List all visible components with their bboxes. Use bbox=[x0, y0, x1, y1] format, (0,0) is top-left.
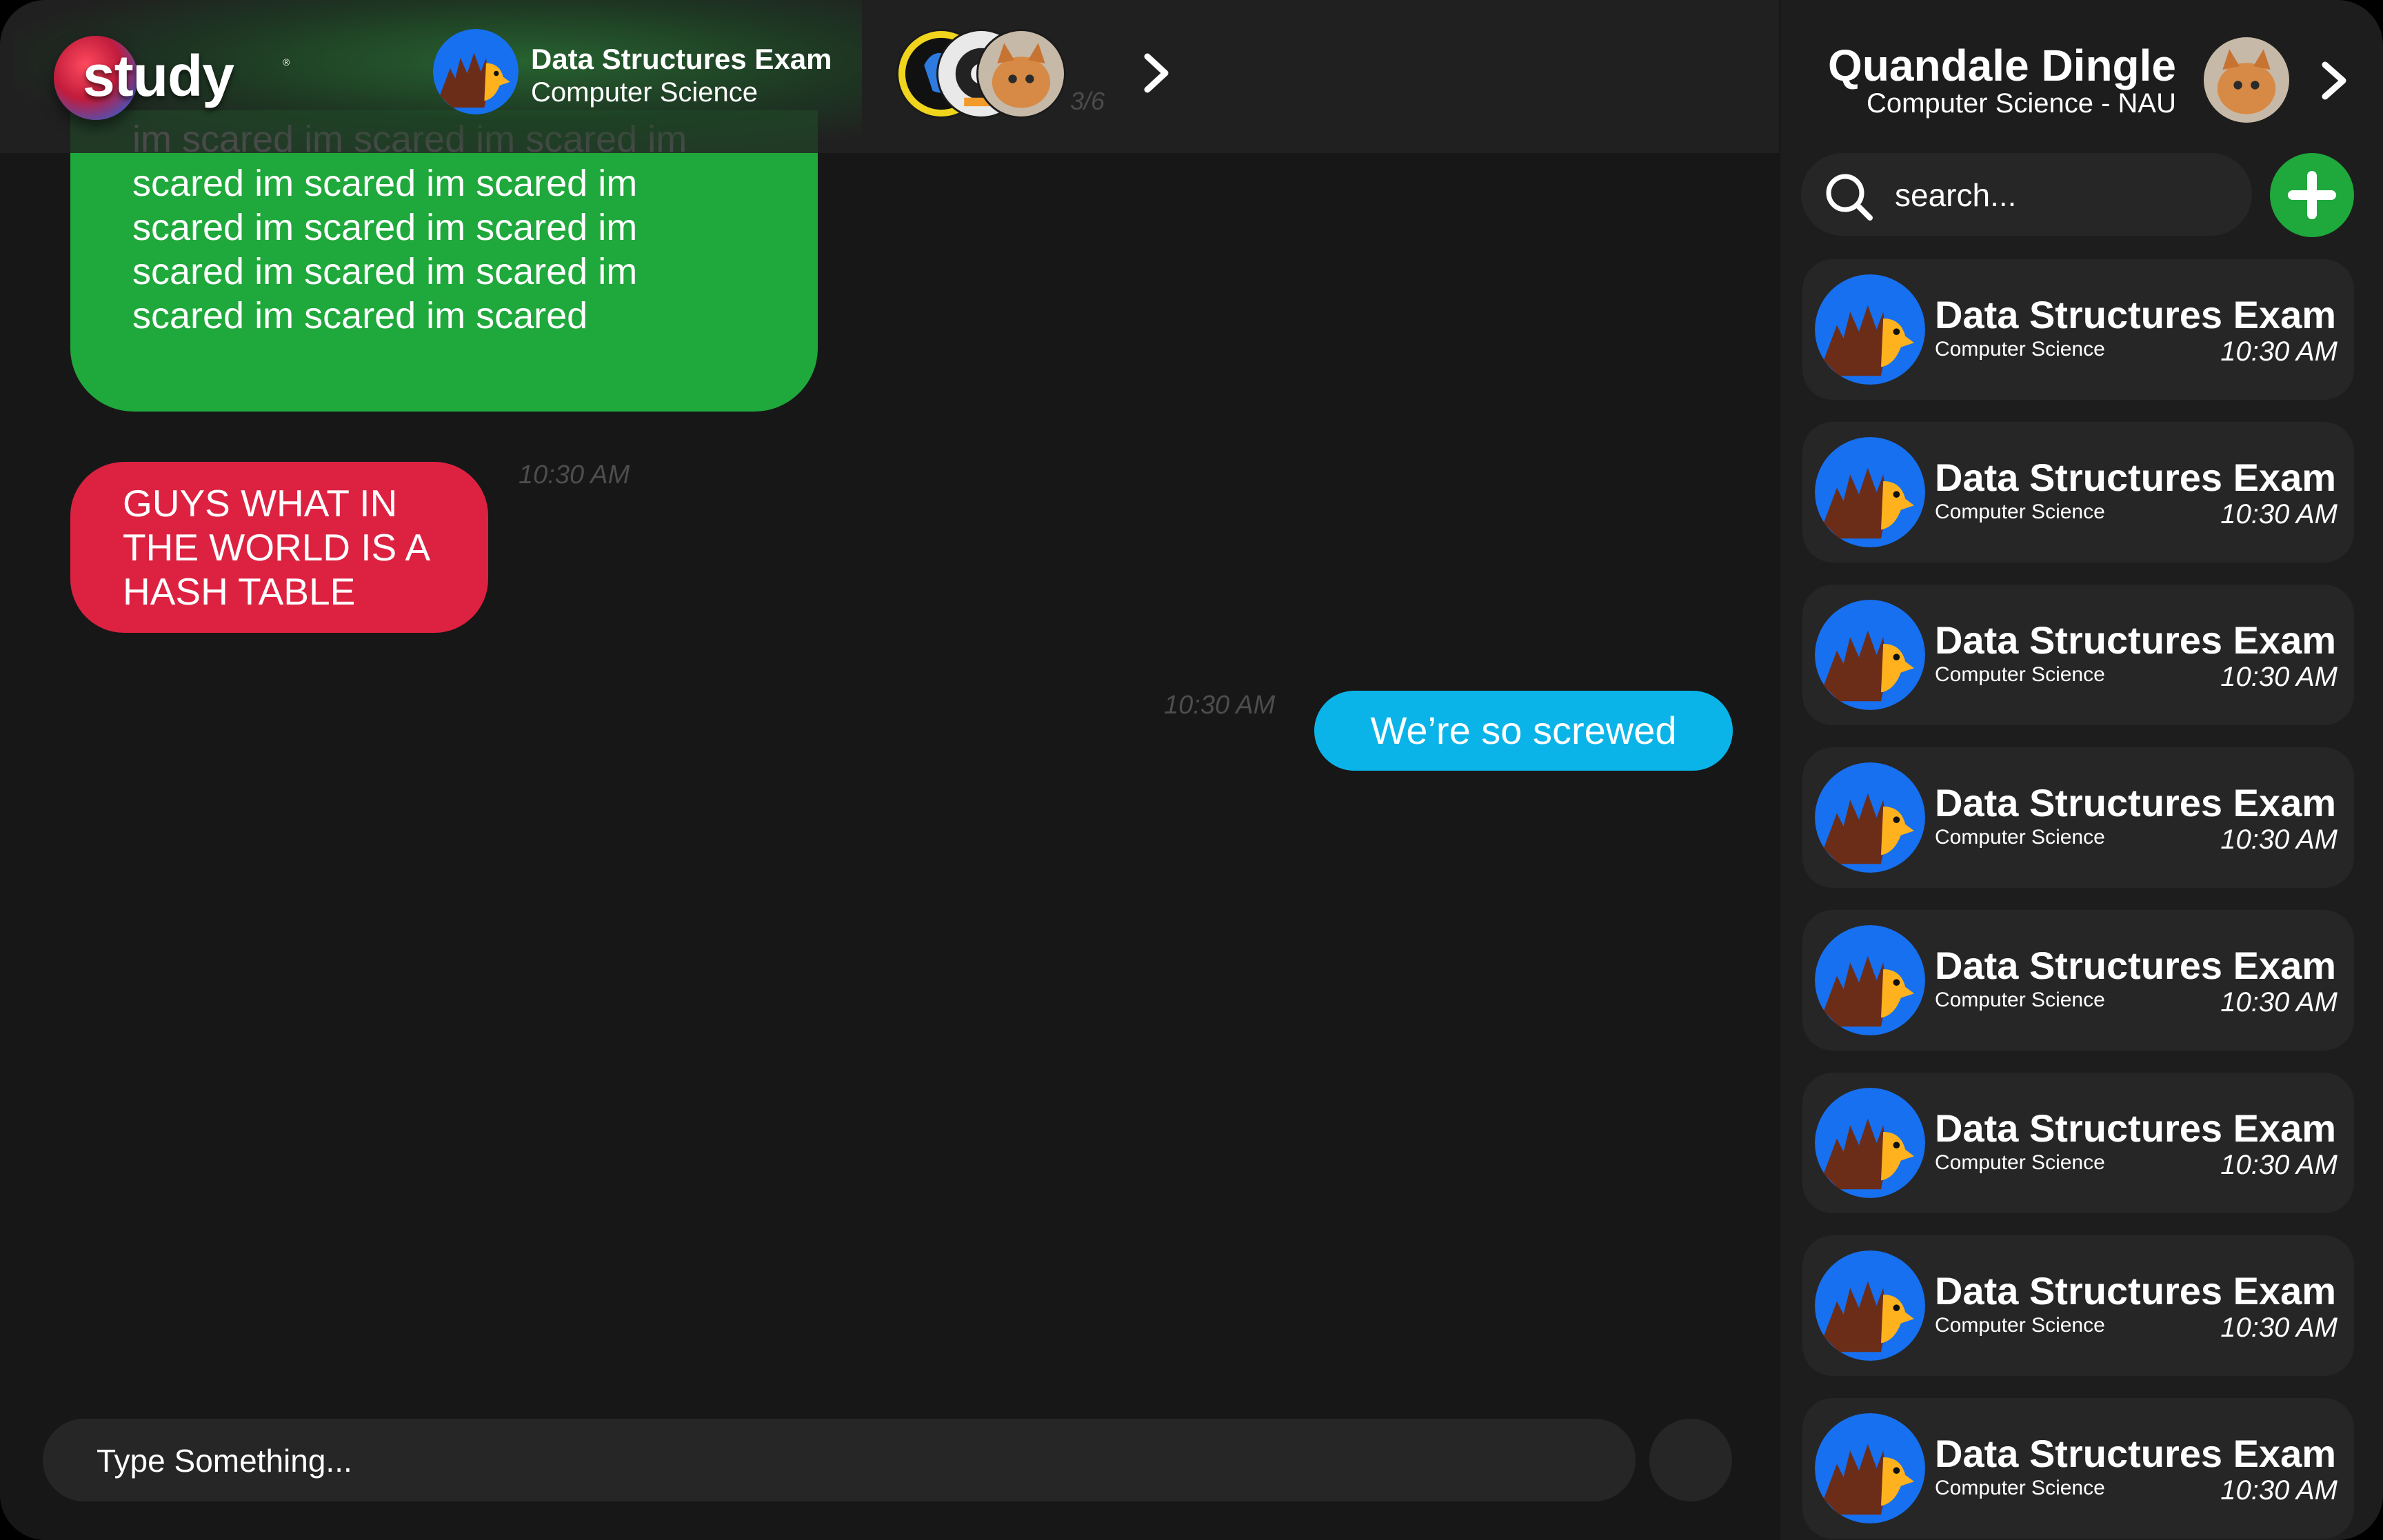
message-input[interactable] bbox=[95, 1419, 1615, 1503]
message-timestamp: 10:30 AM bbox=[519, 460, 630, 489]
chat-time: 10:30 AM bbox=[2220, 662, 2337, 692]
hedgehog-icon bbox=[1815, 1413, 1925, 1523]
hedgehog-icon bbox=[1815, 1250, 1925, 1361]
chat-list-item[interactable]: Data Structures Exam Computer Science 10:3… bbox=[1802, 259, 2354, 400]
chat-time: 10:30 AM bbox=[2220, 499, 2337, 529]
message-bubble-red: GUYS WHAT IN THE WORLD IS A HASH TABLE bbox=[70, 462, 488, 633]
chat-subtitle: Computer Science bbox=[1935, 338, 2105, 361]
chat-time: 10:30 AM bbox=[2220, 336, 2337, 367]
message-bubble-green: im scared im scared im scared im scared … bbox=[70, 110, 818, 412]
user-subtitle: Computer Science - NAU bbox=[1866, 88, 2176, 119]
chat-subtitle: Computer Science bbox=[1935, 500, 2105, 523]
user-name: Quandale Dingle bbox=[1828, 41, 2176, 90]
chat-title: Data Structures Exam bbox=[1935, 1269, 2337, 1313]
chat-area: im scared im scared im scared im scared … bbox=[0, 0, 1779, 1540]
plus-icon bbox=[2288, 171, 2336, 219]
chat-time: 10:30 AM bbox=[2220, 1475, 2337, 1506]
chat-subtitle: Computer Science bbox=[1935, 826, 2105, 849]
chat-subtitle: Computer Science bbox=[1935, 1314, 2105, 1337]
chat-subtitle: Computer Science bbox=[1935, 1477, 2105, 1499]
logo-text: study bbox=[83, 43, 234, 108]
message-composer bbox=[43, 1419, 1636, 1503]
chat-list-item[interactable]: Data Structures Exam Computer Science 10:3… bbox=[1802, 910, 2354, 1051]
group-subtitle: Computer Science bbox=[531, 77, 758, 108]
chat-list-item[interactable]: Data Structures Exam Computer Science 10:3… bbox=[1802, 1398, 2354, 1539]
message-text: GUYS WHAT IN THE WORLD IS A HASH TABLE bbox=[123, 482, 429, 613]
message-bubble-sent: We’re so screwed bbox=[1314, 691, 1733, 771]
chevron-right-icon[interactable] bbox=[2317, 59, 2353, 102]
chat-time: 10:30 AM bbox=[2220, 1150, 2337, 1180]
hedgehog-icon bbox=[1815, 600, 1925, 710]
group-title: Data Structures Exam bbox=[531, 43, 832, 75]
member-avatar[interactable] bbox=[976, 29, 1066, 119]
hedgehog-icon bbox=[1815, 437, 1925, 547]
send-button[interactable] bbox=[1649, 1419, 1732, 1501]
chat-title: Data Structures Exam bbox=[1935, 944, 2337, 987]
chat-list-item[interactable]: Data Structures Exam Computer Science 10:3… bbox=[1802, 1235, 2354, 1376]
chat-subtitle: Computer Science bbox=[1935, 989, 2105, 1011]
chat-title: Data Structures Exam bbox=[1935, 781, 2337, 824]
hedgehog-icon bbox=[1815, 925, 1925, 1035]
chat-list-item[interactable]: Data Structures Exam Computer Science 10:3… bbox=[1802, 747, 2354, 888]
chat-title: Data Structures Exam bbox=[1935, 1106, 2337, 1150]
hedgehog-icon bbox=[1815, 762, 1925, 873]
chat-title: Data Structures Exam bbox=[1935, 618, 2337, 662]
chat-subtitle: Computer Science bbox=[1935, 663, 2105, 686]
chat-time: 10:30 AM bbox=[2220, 824, 2337, 855]
chat-title: Data Structures Exam bbox=[1935, 1432, 2337, 1475]
search-icon bbox=[1822, 170, 1877, 225]
chat-list-item[interactable]: Data Structures Exam Computer Science 10:3… bbox=[1802, 422, 2354, 563]
member-count: 3/6 bbox=[1070, 87, 1105, 115]
chevron-right-icon[interactable] bbox=[1138, 51, 1176, 95]
logo-trademark: ® bbox=[283, 57, 290, 68]
search-input[interactable] bbox=[1893, 153, 2241, 237]
chat-time: 10:30 AM bbox=[2220, 1313, 2337, 1343]
hedgehog-icon bbox=[1815, 274, 1925, 385]
chat-title: Data Structures Exam bbox=[1935, 293, 2337, 336]
member-avatars[interactable] bbox=[896, 29, 1076, 119]
chat-time: 10:30 AM bbox=[2220, 987, 2337, 1017]
chat-subtitle: Computer Science bbox=[1935, 1151, 2105, 1174]
chat-list-item[interactable]: Data Structures Exam Computer Science 10:3… bbox=[1802, 585, 2354, 725]
hedgehog-icon bbox=[1815, 1088, 1925, 1198]
user-avatar[interactable] bbox=[2204, 37, 2289, 123]
hedgehog-icon[interactable] bbox=[433, 29, 519, 114]
chat-title: Data Structures Exam bbox=[1935, 456, 2337, 499]
message-text: We’re so screwed bbox=[1370, 709, 1677, 752]
chat-list-item[interactable]: Data Structures Exam Computer Science 10:3… bbox=[1802, 1073, 2354, 1213]
add-chat-button[interactable] bbox=[2270, 153, 2354, 237]
app-window: im scared im scared im scared im scared … bbox=[0, 0, 2383, 1540]
study-logo[interactable]: study ® bbox=[54, 33, 330, 130]
search-bar bbox=[1801, 153, 2252, 237]
message-timestamp: 10:30 AM bbox=[1164, 691, 1276, 720]
